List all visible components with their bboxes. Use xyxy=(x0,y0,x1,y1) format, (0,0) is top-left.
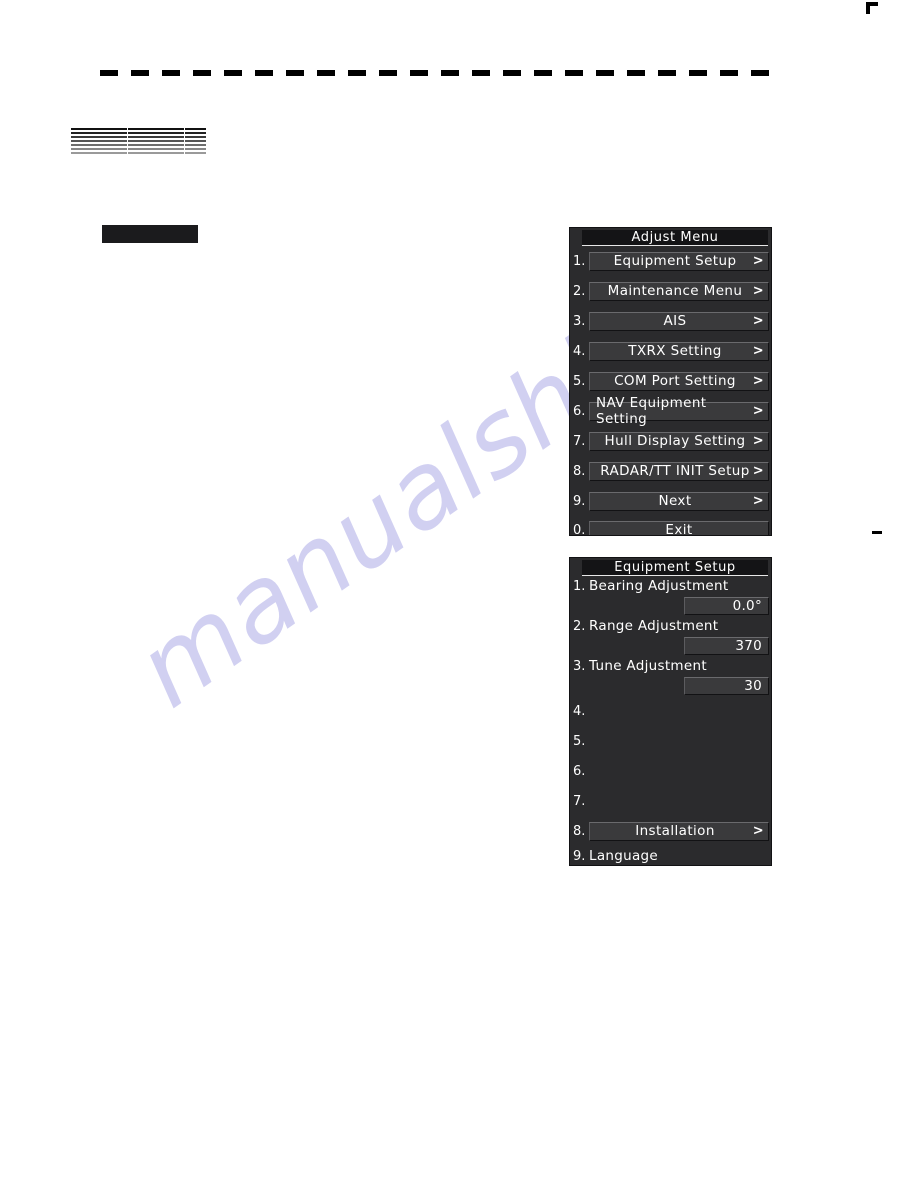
menu-item-label: COM Port Setting xyxy=(614,373,736,389)
chevron-right-icon: > xyxy=(752,253,764,269)
chevron-right-icon: > xyxy=(752,463,764,479)
crop-mark-top-right-vertical xyxy=(866,2,870,14)
row-number: 4. xyxy=(573,343,586,359)
setup-row-tune-adjustment[interactable]: 3. Tune Adjustment xyxy=(570,656,771,677)
row-number: 6. xyxy=(573,403,586,419)
menu-item-label: TXRX Setting xyxy=(628,343,722,359)
menu-row-hull-display-setting[interactable]: 7. Hull Display Setting > xyxy=(570,426,771,456)
crop-mark-right-middle xyxy=(872,531,882,534)
menu-item-label: NAV Equipment Setting xyxy=(596,395,707,427)
menu-item-txrx-setting[interactable]: TXRX Setting > xyxy=(589,341,769,361)
row-number: 2. xyxy=(573,619,586,634)
setup-row-bearing-adjustment[interactable]: 1. Bearing Adjustment xyxy=(570,576,771,597)
chevron-right-icon: > xyxy=(752,823,764,839)
chevron-right-icon: > xyxy=(752,493,764,509)
menu-row-nav-equipment-setting[interactable]: 6. NAV Equipment Setting > xyxy=(570,395,771,427)
equipment-setup-panel: Equipment Setup 1. Bearing Adjustment 0.… xyxy=(569,557,772,866)
document-page: manualshive Adjust Menu 1. Equipment Set… xyxy=(0,0,918,1188)
menu-item-label: Installation xyxy=(635,823,715,839)
setup-row-installation[interactable]: 8. Installation > xyxy=(570,816,771,846)
menu-item-radar-tt-init-setup[interactable]: RADAR/TT INIT Setup > xyxy=(589,461,769,481)
setup-row-empty-5: 5. xyxy=(570,726,771,756)
menu-item-label: Exit xyxy=(665,522,693,536)
chevron-right-icon: > xyxy=(752,313,764,329)
equipment-setup-title: Equipment Setup xyxy=(582,560,768,576)
redacted-heading-bar xyxy=(102,225,198,243)
menu-item-label: Maintenance Menu xyxy=(607,283,743,299)
setup-row-empty-7: 7. xyxy=(570,786,771,816)
chevron-right-icon: > xyxy=(752,373,764,389)
menu-item-label: Next xyxy=(658,493,692,509)
setup-value-row-tune-adjustment[interactable]: 30 xyxy=(570,677,771,696)
row-number: 9. xyxy=(573,493,586,509)
menu-item-label: Equipment Setup xyxy=(613,253,737,269)
row-number: 3. xyxy=(573,659,586,674)
menu-item-com-port-setting[interactable]: COM Port Setting > xyxy=(589,371,769,391)
row-number: 8. xyxy=(573,823,586,839)
row-number: 3. xyxy=(573,313,586,329)
row-number: 5. xyxy=(573,733,586,749)
chevron-right-icon: > xyxy=(752,343,764,359)
row-number: 1. xyxy=(573,253,586,269)
setup-label-bearing-adjustment: Bearing Adjustment xyxy=(589,577,729,594)
tune-adjustment-value[interactable]: 30 xyxy=(684,677,769,695)
chevron-right-icon: > xyxy=(752,433,764,449)
row-number: 6. xyxy=(573,763,586,779)
row-number: 4. xyxy=(573,703,586,719)
setup-label-range-adjustment: Range Adjustment xyxy=(589,617,719,634)
menu-item-hull-display-setting[interactable]: Hull Display Setting > xyxy=(589,431,769,451)
row-number: 8. xyxy=(573,463,586,479)
bearing-adjustment-value[interactable]: 0.0° xyxy=(684,597,769,615)
menu-row-radar-tt-init-setup[interactable]: 8. RADAR/TT INIT Setup > xyxy=(570,456,771,486)
menu-row-equipment-setup[interactable]: 1. Equipment Setup > xyxy=(570,246,771,276)
row-number: 1. xyxy=(573,579,586,594)
row-number: 2. xyxy=(573,283,586,299)
menu-item-next[interactable]: Next > xyxy=(589,491,769,511)
row-number: 0. xyxy=(573,522,586,536)
menu-item-exit[interactable]: Exit xyxy=(589,520,769,536)
setup-row-language[interactable]: 9. Language xyxy=(570,846,771,865)
setup-row-range-adjustment[interactable]: 2. Range Adjustment xyxy=(570,616,771,637)
striped-header-block xyxy=(71,128,206,154)
range-adjustment-value[interactable]: 370 xyxy=(684,637,769,655)
menu-row-maintenance-menu[interactable]: 2. Maintenance Menu > xyxy=(570,276,771,306)
setup-label-language: Language xyxy=(589,847,659,864)
setup-label-tune-adjustment: Tune Adjustment xyxy=(589,657,707,674)
dashed-separator-rule xyxy=(100,70,770,76)
setup-value-row-bearing-adjustment[interactable]: 0.0° xyxy=(570,597,771,616)
menu-item-ais[interactable]: AIS > xyxy=(589,311,769,331)
menu-row-exit[interactable]: 0. Exit xyxy=(570,516,771,536)
setup-row-empty-4: 4. xyxy=(570,696,771,726)
menu-row-next[interactable]: 9. Next > xyxy=(570,486,771,516)
menu-row-txrx-setting[interactable]: 4. TXRX Setting > xyxy=(570,336,771,366)
menu-row-ais[interactable]: 3. AIS > xyxy=(570,306,771,336)
menu-item-equipment-setup[interactable]: Equipment Setup > xyxy=(589,251,769,271)
row-number: 9. xyxy=(573,849,586,864)
menu-row-com-port-setting[interactable]: 5. COM Port Setting > xyxy=(570,366,771,396)
adjust-menu-panel: Adjust Menu 1. Equipment Setup > 2. Main… xyxy=(569,227,772,536)
setup-value-row-range-adjustment[interactable]: 370 xyxy=(570,637,771,656)
setup-row-empty-6: 6. xyxy=(570,756,771,786)
menu-item-nav-equipment-setting[interactable]: NAV Equipment Setting > xyxy=(589,395,769,427)
chevron-right-icon: > xyxy=(752,283,764,299)
adjust-menu-title: Adjust Menu xyxy=(582,230,768,246)
menu-item-maintenance-menu[interactable]: Maintenance Menu > xyxy=(589,281,769,301)
chevron-right-icon: > xyxy=(752,403,764,419)
menu-item-label: Hull Display Setting xyxy=(604,433,746,449)
menu-item-installation[interactable]: Installation > xyxy=(589,821,769,841)
row-number: 7. xyxy=(573,793,586,809)
row-number: 5. xyxy=(573,373,586,389)
menu-item-label: AIS xyxy=(663,313,687,329)
menu-item-label: RADAR/TT INIT Setup xyxy=(600,463,750,479)
row-number: 7. xyxy=(573,433,586,449)
